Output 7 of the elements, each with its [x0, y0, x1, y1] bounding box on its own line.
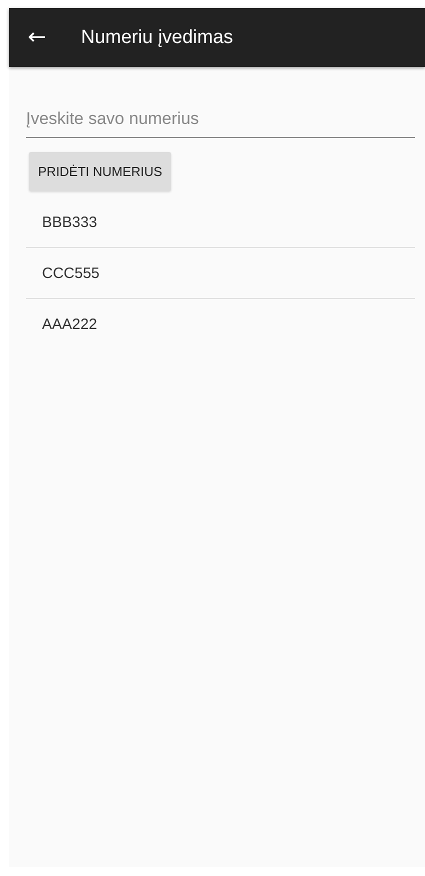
- number-item[interactable]: AAA222: [42, 316, 98, 332]
- add-button[interactable]: PRIDĖTI NUMERIUS: [29, 152, 172, 191]
- number-item[interactable]: BBB333: [42, 214, 98, 230]
- input-field[interactable]: Įveskite savo numerius: [26, 105, 415, 138]
- back-button[interactable]: ←: [25, 25, 49, 50]
- number-item[interactable]: CCC555: [42, 264, 100, 282]
- screen-title: Numeriu įvedimas: [81, 26, 234, 48]
